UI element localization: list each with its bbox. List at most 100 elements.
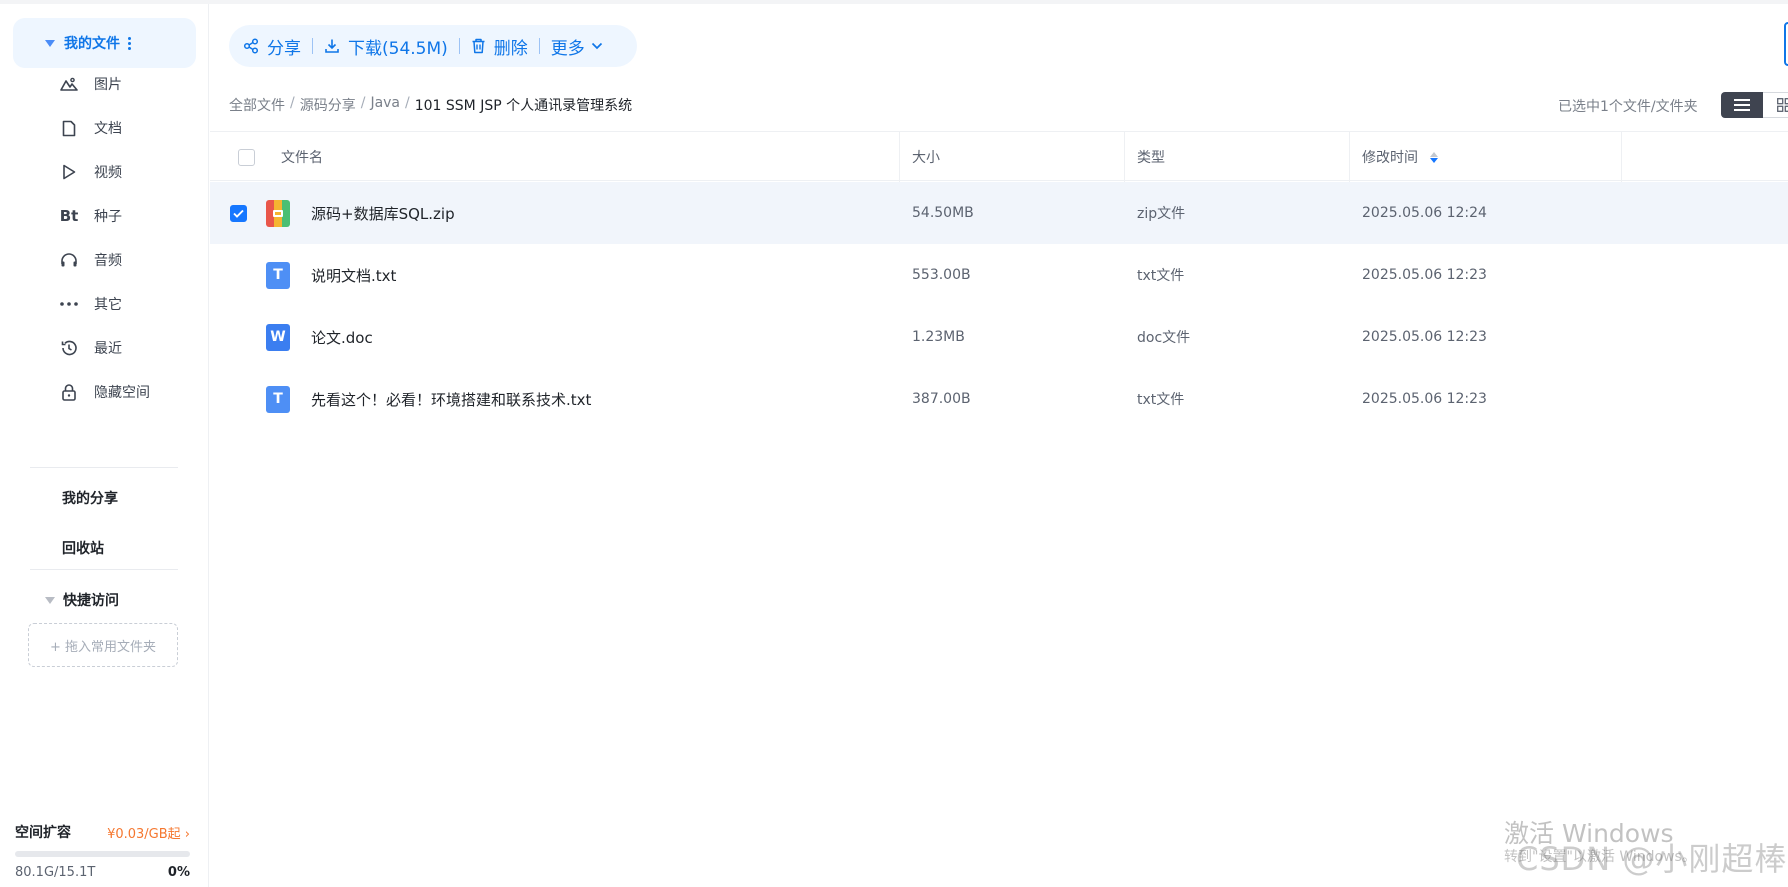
storage-percent: 0% xyxy=(167,865,190,880)
file-type: txt文件 xyxy=(1137,392,1185,408)
sidebar-item-documents[interactable]: 文档 xyxy=(58,113,122,143)
caret-down-icon[interactable] xyxy=(45,39,55,47)
file-size: 54.50MB xyxy=(912,205,974,221)
word-file-icon: W xyxy=(266,306,290,368)
view-toggle xyxy=(1721,92,1788,118)
sidebar-item-audio[interactable]: 音频 xyxy=(58,245,122,275)
column-header-size[interactable]: 大小 xyxy=(912,132,940,182)
sidebar-item-label: 音频 xyxy=(94,253,122,269)
zip-file-icon xyxy=(266,182,290,244)
sidebar-item-label: 图片 xyxy=(94,77,122,93)
column-header-name[interactable]: 文件名 xyxy=(281,132,323,182)
file-modified: 2025.05.06 12:24 xyxy=(1362,205,1487,221)
storage-price-link[interactable]: ¥0.03/GB起 › xyxy=(107,823,190,842)
breadcrumb-current: 101 SSM JSP 个人通讯录管理系统 xyxy=(414,98,633,114)
breadcrumb-item[interactable]: 全部文件 xyxy=(229,95,285,115)
download-button[interactable]: 下载(54.5M) xyxy=(324,34,448,59)
file-name[interactable]: 源码+数据库SQL.zip xyxy=(311,182,455,244)
file-name[interactable]: 论文.doc xyxy=(311,306,373,368)
sidebar-item-label: 文档 xyxy=(94,121,122,137)
storage-progress-bar xyxy=(15,851,190,857)
sidebar-item-label: 视频 xyxy=(94,165,122,181)
share-icon xyxy=(243,38,259,54)
delete-label: 删除 xyxy=(493,38,528,59)
file-name[interactable]: 说明文档.txt xyxy=(311,244,396,306)
sidebar-item-recent[interactable]: 最近 xyxy=(58,333,122,363)
sidebar-item-label: 隐藏空间 xyxy=(94,385,150,401)
lock-icon xyxy=(58,381,80,403)
sort-icon[interactable] xyxy=(1430,151,1438,163)
more-button[interactable]: 更多 xyxy=(551,34,603,59)
quick-access-drop-zone[interactable]: + 拖入常用文件夹 xyxy=(28,623,178,667)
file-type: doc文件 xyxy=(1137,330,1191,346)
file-size: 1.23MB xyxy=(912,329,965,345)
row-checkbox[interactable] xyxy=(230,182,247,244)
sidebar-item-images[interactable]: 图片 xyxy=(58,69,122,99)
list-view-icon[interactable] xyxy=(1721,92,1763,118)
my-files-label: 我的文件 xyxy=(64,36,120,52)
upload-button-edge[interactable] xyxy=(1784,22,1788,66)
download-label: 下载(54.5M) xyxy=(348,38,448,59)
sidebar-item-label: 种子 xyxy=(94,209,122,225)
file-modified: 2025.05.06 12:23 xyxy=(1362,267,1487,283)
storage-usage: 80.1G/15.1T xyxy=(15,865,96,880)
more-dots-icon xyxy=(58,293,80,315)
breadcrumb-item[interactable]: Java xyxy=(370,95,400,115)
quick-access-header[interactable]: 快捷访问 xyxy=(45,590,119,610)
share-label: 分享 xyxy=(267,38,301,59)
column-header-type[interactable]: 类型 xyxy=(1137,132,1165,182)
sidebar-item-label: 其它 xyxy=(94,297,122,313)
image-icon xyxy=(58,73,80,95)
sidebar-item-my-share[interactable]: 我的分享 xyxy=(62,488,118,508)
headphones-icon xyxy=(58,249,80,271)
file-modified: 2025.05.06 12:23 xyxy=(1362,329,1487,345)
storage-expand-title: 空间扩容 xyxy=(15,825,71,841)
file-size: 553.00B xyxy=(912,267,971,283)
video-icon xyxy=(58,161,80,183)
sidebar-item-others[interactable]: 其它 xyxy=(58,289,122,319)
txt-file-icon: T xyxy=(266,368,290,430)
quick-access-label: 快捷访问 xyxy=(63,593,119,609)
share-button[interactable]: 分享 xyxy=(243,34,301,59)
toolbar-separator xyxy=(458,38,460,54)
csdn-watermark: CSDN @小刚超棒 xyxy=(1516,840,1788,878)
chevron-down-icon xyxy=(591,42,603,50)
file-type: zip文件 xyxy=(1137,206,1186,222)
table-row[interactable]: T 先看这个！必看！环境搭建和联系技术.txt 387.00B txt文件 20… xyxy=(210,368,1788,430)
download-icon xyxy=(324,38,340,54)
bt-icon: Bt xyxy=(59,207,79,225)
caret-down-icon[interactable] xyxy=(45,596,55,604)
column-divider xyxy=(1621,132,1622,182)
document-icon xyxy=(58,117,80,139)
file-action-toolbar: 分享 下载(54.5M) 删除 更多 xyxy=(229,25,637,67)
breadcrumb-item[interactable]: 源码分享 xyxy=(300,95,356,115)
trash-icon xyxy=(471,38,486,54)
column-divider xyxy=(1349,132,1350,182)
grid-view-icon[interactable] xyxy=(1763,92,1788,118)
table-row[interactable]: 源码+数据库SQL.zip 54.50MB zip文件 2025.05.06 1… xyxy=(210,182,1788,244)
sidebar-item-recycle-bin[interactable]: 回收站 xyxy=(62,538,104,558)
file-name[interactable]: 先看这个！必看！环境搭建和联系技术.txt xyxy=(311,368,591,430)
delete-button[interactable]: 删除 xyxy=(471,34,528,59)
more-label: 更多 xyxy=(550,38,585,59)
sidebar-divider xyxy=(30,569,178,570)
file-table-header: 文件名 大小 类型 修改时间 xyxy=(210,131,1788,182)
table-row[interactable]: W 论文.doc 1.23MB doc文件 2025.05.06 12:23 xyxy=(210,306,1788,368)
toolbar-separator xyxy=(312,38,313,54)
column-divider xyxy=(1124,132,1125,182)
sidebar-item-hidden-space[interactable]: 隐藏空间 xyxy=(58,377,150,407)
more-vertical-icon[interactable] xyxy=(128,36,131,50)
file-size: 387.00B xyxy=(912,391,971,407)
sidebar-divider xyxy=(30,467,178,468)
sidebar: 我的文件 图片 文档 视频 Bt 种子 音频 其它 最近 隐藏空间 我的分享 回… xyxy=(0,4,209,887)
sidebar-item-torrents[interactable]: Bt 种子 xyxy=(58,201,122,231)
sidebar-item-videos[interactable]: 视频 xyxy=(58,157,122,187)
sidebar-item-my-files[interactable]: 我的文件 xyxy=(13,18,196,68)
select-all-checkbox[interactable] xyxy=(238,132,255,182)
table-row[interactable]: T 说明文档.txt 553.00B txt文件 2025.05.06 12:2… xyxy=(210,244,1788,306)
top-border xyxy=(0,0,1788,4)
toolbar-separator xyxy=(538,38,540,54)
txt-file-icon: T xyxy=(266,244,290,306)
file-modified: 2025.05.06 12:23 xyxy=(1362,391,1487,407)
column-header-modified[interactable]: 修改时间 xyxy=(1362,132,1438,182)
